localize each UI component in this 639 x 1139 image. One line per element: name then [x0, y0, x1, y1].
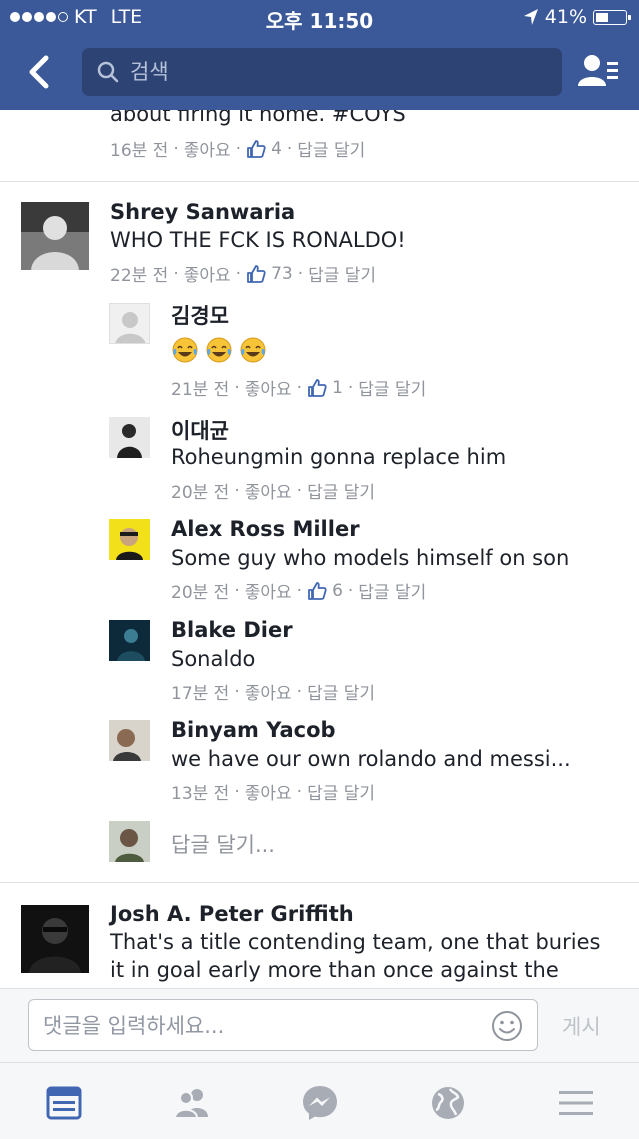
reply-body: we have our own rolando and messi... [171, 747, 571, 771]
reply-link[interactable]: 답글 달기 [307, 679, 375, 704]
friend-requests-icon[interactable] [577, 52, 619, 92]
face-with-tears-of-joy-icon [240, 337, 266, 363]
avatar[interactable] [109, 417, 150, 458]
reply-meta: 13분 전 · 좋아요 · 답글 달기 [171, 779, 375, 805]
comment-author[interactable]: Shrey Sanwaria [110, 200, 295, 224]
menu-icon[interactable] [556, 1083, 596, 1123]
reply-author[interactable]: Blake Dier [171, 618, 293, 642]
reply-link[interactable]: 답글 달기 [297, 136, 365, 161]
like-count: 1 [332, 377, 343, 398]
reply-author[interactable]: 이대균 [171, 415, 229, 445]
comment-composer: 게시 [0, 988, 639, 1063]
reply-body: Sonaldo [171, 647, 256, 671]
comment-body: about firing it home. #COYS [110, 110, 406, 126]
thumbs-up-icon [308, 581, 327, 600]
avatar[interactable] [109, 620, 150, 661]
reply-link[interactable]: 답글 달기 [358, 578, 426, 603]
reply-link[interactable]: 답글 달기 [308, 261, 376, 286]
like-link[interactable]: 좋아요 [245, 478, 292, 503]
news-feed-icon[interactable] [44, 1083, 84, 1123]
reply-emoji-body [171, 336, 273, 368]
search-bar[interactable] [82, 48, 562, 96]
tab-bar [0, 1062, 639, 1139]
like-link[interactable]: 좋아요 [245, 679, 292, 704]
like-count: 4 [271, 138, 282, 159]
face-with-tears-of-joy-icon [206, 337, 232, 363]
comments-feed[interactable]: about firing it home. #COYS 16분 전 · 좋아요 … [0, 110, 639, 988]
avatar[interactable] [21, 202, 89, 270]
avatar[interactable] [21, 905, 89, 973]
notifications-globe-icon[interactable] [428, 1083, 468, 1123]
reply-time: 17분 전 [171, 684, 230, 704]
comment-body: That's a title contending team, one that… [110, 930, 601, 954]
avatar[interactable] [109, 303, 150, 344]
reply-author[interactable]: Binyam Yacob [171, 718, 336, 742]
reply-body: Some guy who models himself on son [171, 546, 570, 570]
search-input[interactable] [128, 59, 532, 85]
reply-author[interactable]: Alex Ross Miller [171, 517, 360, 541]
current-user-avatar [109, 821, 150, 862]
divider [0, 882, 639, 883]
comment-input[interactable] [41, 1010, 485, 1042]
like-count: 6 [332, 580, 343, 601]
reply-author[interactable]: 김경모 [171, 300, 229, 330]
reply-meta: 17분 전 · 좋아요 · 답글 달기 [171, 679, 375, 705]
comment-time: 16분 전 [110, 141, 169, 161]
like-link[interactable]: 좋아요 [184, 261, 231, 286]
app-header: KT LTE 오후 11:50 41% [0, 0, 639, 110]
like-link[interactable]: 좋아요 [184, 136, 231, 161]
comment-author[interactable]: Josh A. Peter Griffith [110, 902, 354, 926]
friends-icon[interactable] [172, 1083, 212, 1123]
battery-percent: 41% [544, 6, 587, 28]
like-count: 73 [271, 263, 293, 284]
like-link[interactable]: 좋아요 [245, 779, 292, 804]
reply-time: 20분 전 [171, 483, 230, 503]
thumbs-up-icon [247, 139, 266, 158]
comment-body: WHO THE FCK IS RONALDO! [110, 228, 406, 252]
reply-link[interactable]: 답글 달기 [358, 375, 426, 400]
reply-meta: 20분 전 · 좋아요 · 6 · 답글 달기 [171, 578, 426, 604]
avatar[interactable] [109, 519, 150, 560]
comment-time: 22분 전 [110, 266, 169, 286]
status-bar: KT LTE 오후 11:50 41% [0, 0, 639, 36]
face-with-tears-of-joy-icon [172, 337, 198, 363]
reply-meta: 20분 전 · 좋아요 · 답글 달기 [171, 478, 375, 504]
reply-time: 20분 전 [171, 583, 230, 603]
comment-meta: 22분 전 · 좋아요 · 73 · 답글 달기 [110, 261, 376, 287]
reply-time: 21분 전 [171, 380, 230, 400]
reply-time: 13분 전 [171, 784, 230, 804]
reply-link[interactable]: 답글 달기 [307, 478, 375, 503]
divider [0, 181, 639, 182]
comment-field[interactable] [28, 999, 538, 1051]
like-link[interactable]: 좋아요 [245, 578, 292, 603]
reply-meta: 21분 전 · 좋아요 · 1 · 답글 달기 [171, 375, 426, 401]
location-arrow-icon [523, 9, 538, 25]
battery-icon [593, 9, 631, 25]
search-icon [97, 61, 119, 83]
messenger-icon[interactable] [300, 1083, 340, 1123]
reply-prompt[interactable]: 답글 달기... [171, 829, 275, 859]
avatar[interactable] [109, 720, 150, 761]
thumbs-up-icon [247, 264, 266, 283]
reply-link[interactable]: 답글 달기 [307, 779, 375, 804]
emoji-smiley-icon[interactable] [491, 1010, 523, 1042]
post-button[interactable]: 게시 [562, 1011, 601, 1041]
back-button[interactable] [22, 52, 58, 92]
thumbs-up-icon [308, 378, 327, 397]
comment-meta: 16분 전 · 좋아요 · 4 · 답글 달기 [110, 136, 365, 162]
reply-body: Roheungmin gonna replace him [171, 445, 507, 469]
like-link[interactable]: 좋아요 [245, 375, 292, 400]
comment-body: it in goal early more than once against … [110, 958, 559, 982]
